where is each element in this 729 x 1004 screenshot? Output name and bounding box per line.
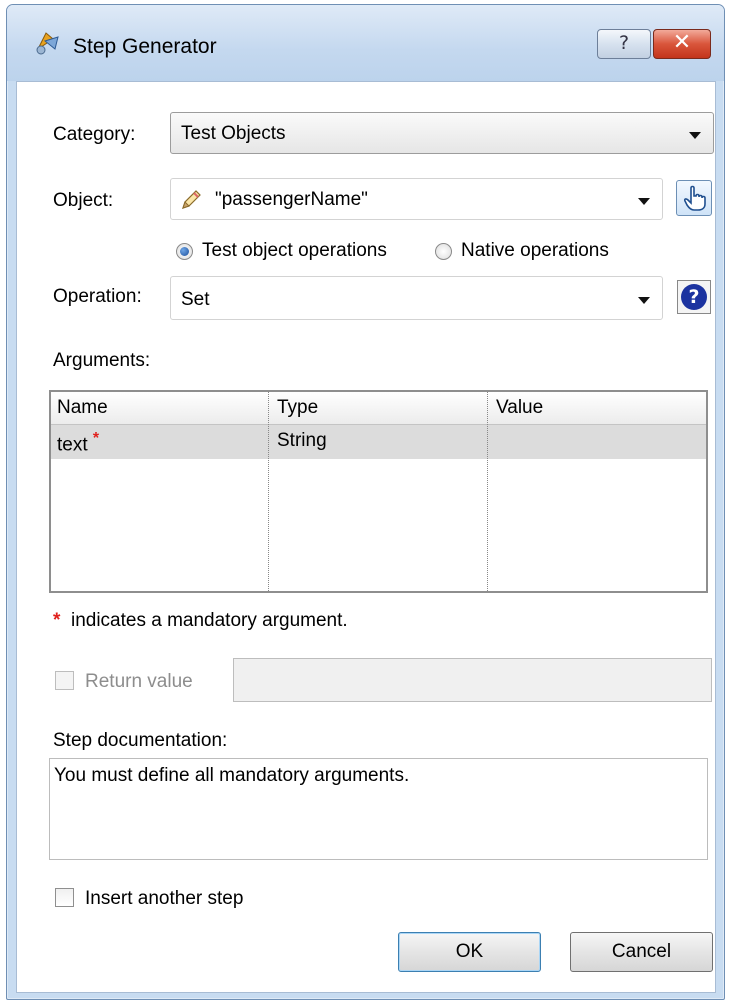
window-title: Step Generator [73,35,217,58]
column-header-name[interactable]: Name [57,397,108,419]
close-button[interactable]: ✕ [653,29,711,59]
return-value-field[interactable] [233,658,712,702]
column-divider [268,392,269,591]
insert-another-step-label[interactable]: Insert another step [85,888,243,910]
object-picker-button[interactable] [676,180,712,216]
mandatory-note: * indicates a mandatory argument. [53,610,348,632]
argument-name: text [57,434,88,456]
category-dropdown[interactable]: Test Objects [170,112,714,154]
pencil-icon [182,190,201,209]
step-documentation-text: You must define all mandatory arguments. [54,765,410,786]
ok-button[interactable]: OK [398,932,541,972]
insert-another-step-checkbox[interactable] [55,888,74,907]
argument-name-cell[interactable]: text * [57,430,99,456]
native-operations-radio[interactable] [435,243,452,260]
chevron-down-icon [689,132,701,139]
native-operations-label[interactable]: Native operations [461,240,609,262]
object-dropdown[interactable]: "passengerName" [170,178,663,220]
step-generator-window: Step Generator ? ✕ Category: Test Object… [6,4,725,1000]
cancel-button[interactable]: Cancel [570,932,713,972]
column-header-type[interactable]: Type [277,397,318,419]
object-label: Object: [53,190,114,211]
test-object-operations-label[interactable]: Test object operations [202,240,387,262]
question-mark-icon: ? [681,284,707,310]
return-value-checkbox[interactable] [55,671,74,690]
step-documentation-box: You must define all mandatory arguments. [49,758,708,860]
object-value: "passengerName" [215,189,368,210]
chevron-down-icon [638,198,650,205]
column-header-value[interactable]: Value [496,397,543,419]
mandatory-marker: * [92,430,100,447]
table-row[interactable] [51,425,706,459]
grid-header: Name Type Value [51,392,706,425]
pointing-hand-icon [683,185,706,211]
mandatory-marker: * [53,610,61,631]
help-button[interactable]: ? [597,29,651,59]
operation-help-button[interactable]: ? [677,280,711,314]
test-object-operations-radio[interactable] [176,243,193,260]
category-label: Category: [53,124,136,145]
chevron-down-icon [638,297,650,304]
argument-type-cell[interactable]: String [277,430,327,452]
title-bar[interactable]: Step Generator ? ✕ [7,5,724,81]
operation-dropdown[interactable]: Set [170,276,663,320]
arguments-grid[interactable]: Name Type Value text * String [49,390,708,593]
step-documentation-label: Step documentation: [53,730,228,751]
close-icon: ✕ [672,30,692,55]
dialog-body: Category: Test Objects Object: "passenge… [16,81,716,993]
app-icon [36,32,59,55]
operation-label: Operation: [53,286,142,307]
mandatory-note-text: indicates a mandatory argument. [70,610,348,631]
return-value-label: Return value [85,671,193,692]
column-divider [487,392,488,591]
arguments-label: Arguments: [53,350,151,371]
operation-value: Set [181,289,210,310]
help-icon: ? [618,32,630,54]
category-value: Test Objects [181,123,286,144]
